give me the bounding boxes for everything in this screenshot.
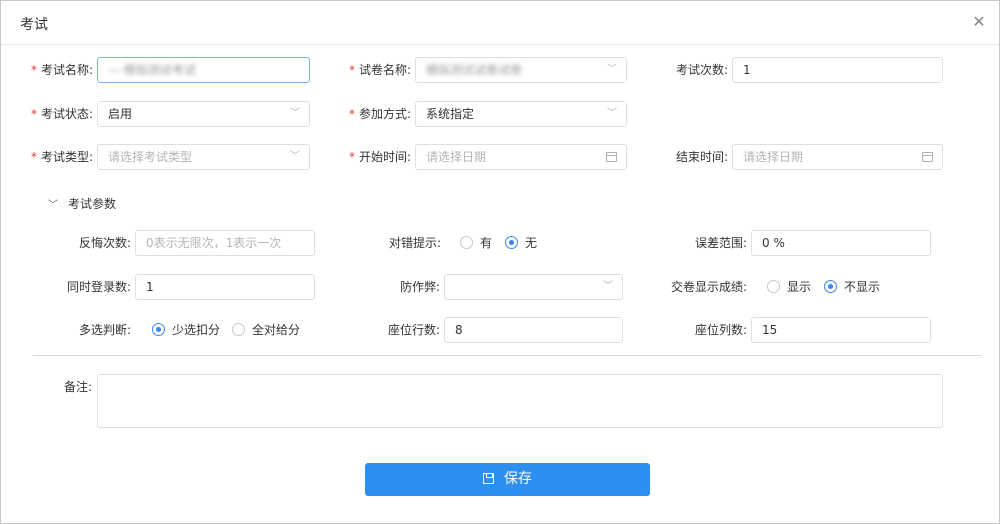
end-time-picker[interactable]: 请选择日期: [732, 144, 943, 170]
exam-params-title: 考试参数: [68, 197, 117, 211]
multi-choice-partial-radio[interactable]: 少选扣分: [152, 317, 220, 343]
radio-selected-icon: [152, 323, 165, 336]
radio-selected-icon: [824, 280, 837, 293]
exam-name-input[interactable]: —·模拟测试考试: [97, 57, 310, 83]
save-button-label: 保存: [504, 471, 532, 487]
concurrent-logins-input[interactable]: 1: [135, 274, 315, 300]
required-mark: *: [348, 107, 355, 121]
close-icon[interactable]: ✕: [970, 13, 988, 31]
seat-cols-label: 座位列数:: [694, 323, 747, 337]
exam-count-input[interactable]: 1: [732, 57, 943, 83]
divider: [33, 355, 982, 356]
show-score-no-radio[interactable]: 不显示: [824, 274, 880, 300]
exam-type-placeholder: 请选择考试类型: [108, 150, 193, 164]
regret-count-input[interactable]: 0表示无限次，1表示一次: [135, 230, 315, 256]
join-mode-select[interactable]: 系统指定 ﹀: [415, 101, 627, 127]
save-button[interactable]: 保存: [365, 463, 650, 496]
exam-status-select[interactable]: 启用 ﹀: [97, 101, 310, 127]
chevron-down-icon: ﹀: [48, 200, 58, 211]
correct-hint-no-radio[interactable]: 无: [505, 230, 537, 256]
multi-choice-partial-label: 少选扣分: [172, 323, 221, 337]
exam-status-label-text: 考试状态:: [41, 107, 94, 121]
show-score-yes-label: 显示: [787, 280, 812, 294]
required-mark: *: [348, 63, 355, 77]
join-mode-label-text: 参加方式:: [358, 107, 411, 121]
calendar-icon: [606, 152, 617, 162]
seat-cols-input[interactable]: 15: [751, 317, 931, 343]
multi-choice-all-label: 全对给分: [252, 323, 301, 337]
radio-icon: [767, 280, 780, 293]
exam-name-value: —·模拟测试考试: [108, 63, 196, 77]
paper-name-label-text: 试卷名称:: [358, 63, 411, 77]
paper-name-select[interactable]: 模拟测试试卷试卷 ﹀: [415, 57, 627, 83]
radio-icon: [232, 323, 245, 336]
correct-hint-yes-radio[interactable]: 有: [460, 230, 492, 256]
join-mode-value: 系统指定: [426, 107, 475, 121]
dialog-header: 考试 ✕: [1, 1, 999, 45]
seat-rows-label: 座位行数:: [387, 323, 440, 337]
chevron-down-icon: ﹀: [290, 151, 300, 162]
exam-type-label: * 考试类型:: [31, 144, 93, 170]
paper-name-label: * 试卷名称:: [347, 57, 411, 83]
error-range-label: 误差范围:: [694, 236, 747, 250]
start-time-placeholder: 请选择日期: [426, 150, 487, 164]
end-time-placeholder: 请选择日期: [743, 150, 804, 164]
exam-name-label-text: 考试名称:: [41, 63, 94, 77]
correct-hint-no-label: 无: [525, 236, 538, 250]
start-time-label: * 开始时间:: [347, 144, 411, 170]
required-mark: *: [31, 150, 37, 164]
paper-name-value: 模拟测试试卷试卷: [426, 63, 523, 77]
anti-cheat-select[interactable]: ﹀: [444, 274, 623, 300]
correct-hint-label: 对错提示:: [388, 236, 441, 250]
show-score-label: 交卷显示成绩:: [670, 280, 747, 294]
save-icon: [483, 473, 494, 484]
regret-count-label: 反悔次数:: [78, 236, 131, 250]
calendar-icon: [922, 152, 933, 162]
anti-cheat-label: 防作弊:: [399, 280, 440, 294]
chevron-down-icon: ﹀: [607, 64, 617, 75]
exam-dialog: 考试 ✕ * 考试名称: —·模拟测试考试 * 试卷名称: 模拟测试试卷试卷 ﹀ 考试…: [0, 0, 1000, 524]
exam-status-value: 启用: [108, 107, 133, 121]
concurrent-logins-label: 同时登录数:: [66, 280, 131, 294]
exam-params-toggle[interactable]: ﹀ 考试参数: [48, 195, 116, 213]
radio-selected-icon: [505, 236, 518, 249]
multi-choice-label: 多选判断:: [78, 323, 131, 337]
start-time-label-text: 开始时间:: [358, 150, 411, 164]
exam-status-label: * 考试状态:: [31, 101, 93, 127]
error-range-input[interactable]: 0 %: [751, 230, 931, 256]
exam-type-label-text: 考试类型:: [41, 150, 94, 164]
chevron-down-icon: ﹀: [607, 108, 617, 119]
join-mode-label: * 参加方式:: [347, 101, 411, 127]
remark-label: 备注:: [63, 380, 92, 394]
exam-count-label: 考试次数:: [675, 63, 728, 77]
end-time-label: 结束时间:: [675, 150, 728, 164]
required-mark: *: [31, 63, 37, 77]
show-score-yes-radio[interactable]: 显示: [767, 274, 811, 300]
multi-choice-all-radio[interactable]: 全对给分: [232, 317, 300, 343]
exam-type-select[interactable]: 请选择考试类型 ﹀: [97, 144, 310, 170]
radio-icon: [460, 236, 473, 249]
required-mark: *: [31, 107, 37, 121]
start-time-picker[interactable]: 请选择日期: [415, 144, 627, 170]
chevron-down-icon: ﹀: [290, 108, 300, 119]
dialog-title: 考试: [20, 17, 48, 33]
seat-rows-input[interactable]: 8: [444, 317, 623, 343]
exam-name-label: * 考试名称:: [31, 57, 93, 83]
chevron-down-icon: ﹀: [603, 281, 613, 292]
required-mark: *: [348, 150, 355, 164]
regret-count-placeholder: 0表示无限次，1表示一次: [146, 236, 282, 250]
remark-textarea[interactable]: [97, 374, 943, 428]
correct-hint-yes-label: 有: [480, 236, 493, 250]
show-score-no-label: 不显示: [844, 280, 881, 294]
